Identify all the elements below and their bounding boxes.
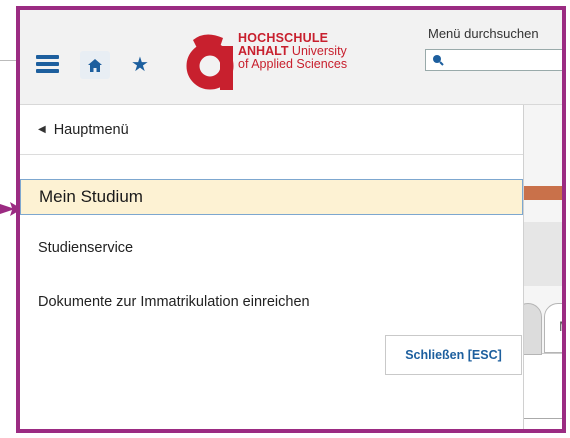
close-menu-button[interactable]: Schließen [ESC] (385, 335, 522, 375)
background-orange-bar (522, 186, 562, 200)
menu-item-studienservice[interactable]: Studienservice (20, 233, 523, 263)
logo-a-mark-icon (186, 34, 234, 90)
menu-item-mein-studium[interactable]: Mein Studium (20, 179, 523, 215)
logo-line-3: of Applied Sciences (238, 57, 348, 71)
favorites-star-icon[interactable]: ★ (129, 50, 151, 78)
back-to-main-menu[interactable]: ◀ Hauptmenü (20, 105, 523, 155)
hamburger-menu-icon[interactable] (36, 55, 59, 74)
menu-search-input[interactable] (425, 49, 562, 71)
background-line (0, 60, 16, 61)
university-logo[interactable]: HOCHSCHULE ANHALT University of Applied … (183, 26, 393, 92)
search-label: Menü durchsuchen (428, 26, 539, 41)
background-grey-block (522, 222, 562, 286)
background-tab[interactable]: M (544, 303, 562, 353)
search-icon (433, 55, 444, 66)
menu-item-label: Dokumente zur Immatrikulation einreichen (38, 294, 310, 310)
navigation-menu-panel: ◀ Hauptmenü Mein Studium Studienservice … (20, 105, 524, 429)
background-tab-label: M (559, 318, 562, 334)
menu-item-label: Mein Studium (39, 187, 143, 206)
logo-line-2-rest: University (288, 44, 347, 58)
menu-item-label: Studienservice (38, 240, 134, 256)
highlight-frame: M ★ HOCHSCHULE ANHALT University of Appl… (16, 6, 566, 433)
home-icon (88, 58, 102, 72)
top-header: ★ HOCHSCHULE ANHALT University of Applie… (20, 10, 562, 105)
logo-line-2-bold: ANHALT (238, 44, 289, 58)
menu-item-dokumente-immatrikulation[interactable]: Dokumente zur Immatrikulation einreichen (20, 287, 523, 317)
background-divider (522, 418, 562, 419)
close-button-label: Schließen [ESC] (405, 348, 502, 362)
back-label: Hauptmenü (53, 121, 129, 138)
chevron-left-icon: ◀ (38, 124, 46, 135)
home-button[interactable] (80, 51, 110, 79)
logo-text: HOCHSCHULE ANHALT University of Applied … (238, 32, 347, 71)
